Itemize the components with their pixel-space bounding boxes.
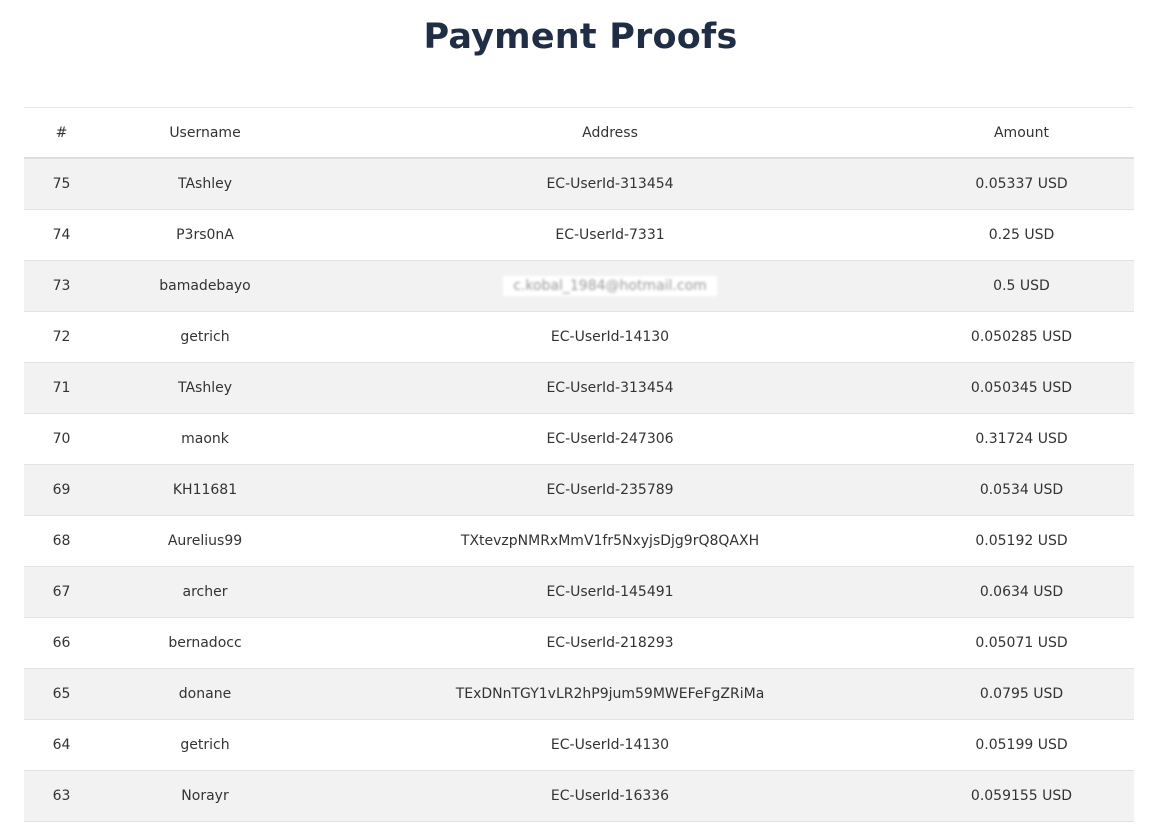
- table-row: 70 maonk EC-UserId-247306 0.31724 USD: [24, 413, 1134, 465]
- address-cell: EC-UserId-313454: [546, 176, 674, 192]
- payment-proofs-table: # Username Address Amount 75 TAshley EC-Us…: [24, 107, 1134, 822]
- username-cell: bernadocc: [168, 635, 242, 651]
- row-number-cell: 64: [52, 737, 71, 753]
- amount-cell: 0.050345 USD: [970, 380, 1073, 396]
- row-number-cell: 73: [52, 278, 71, 294]
- username-cell: bamadebayo: [159, 278, 251, 294]
- username-cell: maonk: [181, 431, 229, 447]
- amount-cell: 0.31724 USD: [975, 431, 1068, 447]
- table-header-row: # Username Address Amount: [24, 107, 1134, 158]
- column-header-number: #: [55, 124, 68, 141]
- page-title: Payment Proofs: [423, 17, 738, 57]
- address-cell: c.kobal_1984@hotmail.com: [311, 261, 909, 312]
- table-row: 75 TAshley EC-UserId-313454 0.05337 USD: [24, 158, 1134, 210]
- address-cell: EC-UserId-145491: [546, 584, 674, 600]
- row-number-cell: 74: [52, 227, 71, 243]
- username-cell: KH11681: [172, 482, 238, 498]
- row-number-cell: 72: [52, 329, 71, 345]
- amount-cell: 0.050285 USD: [970, 329, 1073, 345]
- address-cell: EC-UserId-247306: [546, 431, 674, 447]
- table-row: 72 getrich EC-UserId-14130 0.050285 USD: [24, 311, 1134, 363]
- username-cell: TAshley: [178, 176, 232, 192]
- address-cell: EC-UserId-14130: [550, 737, 670, 753]
- address-cell: TXtevzpNMRxMmV1fr5NxyjsDjg9rQ8QAXH: [460, 533, 760, 549]
- address-cell: EC-UserId-14130: [550, 329, 670, 345]
- table-row: 67 archer EC-UserId-145491 0.0634 USD: [24, 566, 1134, 618]
- address-cell: EC-UserId-218293: [546, 635, 674, 651]
- table-row: 64 getrich EC-UserId-14130 0.05199 USD: [24, 719, 1134, 771]
- row-number-cell: 69: [52, 482, 71, 498]
- amount-cell: 0.0534 USD: [979, 482, 1064, 498]
- address-cell: TExDNnTGY1vLR2hP9jum59MWEFeFgZRiMa: [455, 686, 765, 702]
- row-number-cell: 67: [52, 584, 71, 600]
- username-cell: Aurelius99: [167, 533, 243, 549]
- username-cell: getrich: [180, 329, 230, 345]
- amount-cell: 0.05071 USD: [975, 635, 1068, 651]
- column-header-amount: Amount: [993, 124, 1049, 141]
- table-row: 63 Norayr EC-UserId-16336 0.059155 USD: [24, 770, 1134, 822]
- row-number-cell: 68: [52, 533, 71, 549]
- amount-cell: 0.05337 USD: [975, 176, 1068, 192]
- username-cell: Norayr: [181, 788, 229, 804]
- column-header-username: Username: [169, 124, 241, 141]
- amount-cell: 0.0795 USD: [979, 686, 1064, 702]
- amount-cell: 0.05192 USD: [975, 533, 1068, 549]
- obscured-address-text: c.kobal_1984@hotmail.com: [503, 276, 717, 296]
- row-number-cell: 63: [52, 788, 71, 804]
- payment-proofs-table-container: # Username Address Amount 75 TAshley EC-Us…: [24, 107, 1134, 822]
- table-row: 65 donane TExDNnTGY1vLR2hP9jum59MWEFeFgZRi…: [24, 668, 1134, 720]
- row-number-cell: 71: [52, 380, 71, 396]
- amount-cell: 0.0634 USD: [979, 584, 1064, 600]
- username-cell: getrich: [180, 737, 230, 753]
- row-number-cell: 70: [52, 431, 71, 447]
- table-row: 71 TAshley EC-UserId-313454 0.050345 USD: [24, 362, 1134, 414]
- table-body: 75 TAshley EC-UserId-313454 0.05337 USD 74 P3…: [24, 158, 1134, 822]
- username-cell: donane: [178, 686, 232, 702]
- address-cell: EC-UserId-313454: [546, 380, 674, 396]
- username-cell: TAshley: [178, 380, 232, 396]
- row-number-cell: 66: [52, 635, 71, 651]
- username-cell: archer: [182, 584, 228, 600]
- table-row: 68 Aurelius99 TXtevzpNMRxMmV1fr5NxyjsDjg9r…: [24, 515, 1134, 567]
- amount-cell: 0.05199 USD: [975, 737, 1068, 753]
- table-header: # Username Address Amount: [24, 107, 1134, 158]
- table-row: 69 KH11681 EC-UserId-235789 0.0534 USD: [24, 464, 1134, 516]
- username-cell: P3rs0nA: [176, 227, 234, 243]
- table-row: 66 bernadocc EC-UserId-218293 0.05071 USD: [24, 617, 1134, 669]
- address-cell: EC-UserId-235789: [546, 482, 674, 498]
- amount-cell: 0.25 USD: [988, 227, 1055, 243]
- address-cell: EC-UserId-7331: [555, 227, 665, 243]
- amount-cell: 0.059155 USD: [970, 788, 1073, 804]
- row-number-cell: 65: [52, 686, 71, 702]
- amount-cell: 0.5 USD: [993, 278, 1050, 294]
- row-number-cell: 75: [52, 176, 71, 192]
- column-header-address: Address: [582, 124, 638, 141]
- table-row: 73 bamadebayo c.kobal_1984@hotmail.com 0.5 …: [24, 260, 1134, 312]
- address-cell: EC-UserId-16336: [550, 788, 670, 804]
- table-row: 74 P3rs0nA EC-UserId-7331 0.25 USD: [24, 209, 1134, 261]
